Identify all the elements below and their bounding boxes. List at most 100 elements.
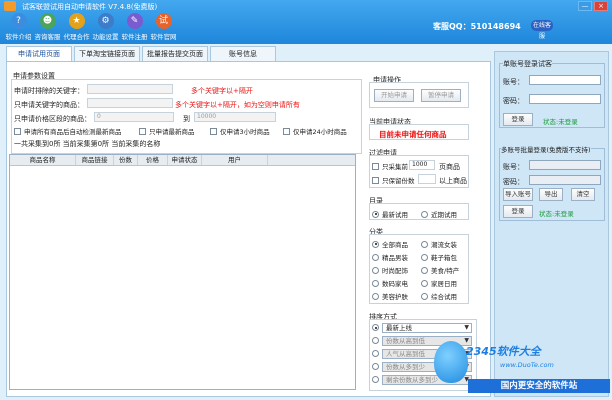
- minimize-button[interactable]: —: [578, 1, 592, 11]
- app-logo-icon: [4, 1, 16, 11]
- import-accounts-button[interactable]: 导入账号: [503, 188, 533, 201]
- category-radio[interactable]: 数码家电: [372, 278, 408, 288]
- radio-label: 时尚配饰: [382, 267, 408, 275]
- password-input[interactable]: [529, 94, 601, 104]
- toolbar-settings-button[interactable]: ⚙ 功能设置: [91, 13, 120, 41]
- radio-dot: [421, 240, 428, 248]
- category-radio[interactable]: 美容护肤: [372, 291, 408, 301]
- dropdown-value: 人气从高到低: [386, 350, 425, 358]
- newest-only-checkbox[interactable]: 只申请最新商品: [139, 126, 195, 136]
- login-status: 状态:未登录: [543, 118, 578, 126]
- column-header[interactable]: 价格: [138, 155, 168, 165]
- multi-account-label: 账号：: [503, 163, 524, 171]
- toolbar-website-button[interactable]: 试 软件官网: [149, 13, 178, 41]
- sort-radio[interactable]: [372, 363, 382, 370]
- pause-apply-button[interactable]: 暂停申请: [421, 89, 461, 102]
- twenty-four-hour-checkbox[interactable]: 仅申请24小时商品: [283, 126, 347, 136]
- remaining-count-input[interactable]: [418, 174, 436, 184]
- category-radio[interactable]: 时尚配饰: [372, 265, 408, 275]
- toolbar-label: 软件注册: [121, 33, 148, 41]
- catalog-newest-radio[interactable]: 最新试用: [372, 209, 408, 219]
- collect-unit-label: 页商品: [439, 163, 460, 171]
- toolbar-customer-service-button[interactable]: ☻ 咨询客服: [33, 13, 62, 41]
- only-remaining-checkbox[interactable]: 只保留份数: [372, 175, 415, 185]
- online-service-badge[interactable]: 在线客服: [531, 20, 553, 40]
- sort-newest-dropdown[interactable]: 最新上线 ▼: [382, 323, 472, 333]
- checkbox-box: [14, 127, 21, 135]
- checkbox-box: [372, 162, 379, 170]
- radio-label: 全部商品: [382, 241, 408, 249]
- include-keywords-input[interactable]: [87, 98, 173, 108]
- toolbar-register-button[interactable]: ✎ 软件注册: [120, 13, 149, 41]
- toolbar-label: 软件官网: [150, 33, 177, 41]
- exclude-keywords-input[interactable]: [87, 84, 173, 94]
- dropdown-value: 最新上线: [386, 324, 412, 332]
- sort-radio[interactable]: [372, 324, 382, 331]
- toolbar-label: 代理合作: [63, 33, 90, 41]
- collect-count-input[interactable]: 1000: [409, 160, 435, 170]
- column-header[interactable]: 商品链接: [76, 155, 114, 165]
- radio-dot: [372, 253, 379, 261]
- multi-login-button[interactable]: 登录: [503, 205, 533, 218]
- multi-account-input[interactable]: [529, 160, 601, 170]
- export-button[interactable]: 导出: [539, 188, 563, 201]
- tab-bar: 申请试用页面 下单淘宝链接页面 批量报告提交页面 账号信息: [6, 46, 278, 61]
- toolbar-agency-button[interactable]: ★ 代理合作: [62, 13, 91, 41]
- checkbox-label: 申请所有商品后自动检测最新商品: [24, 128, 122, 136]
- category-radio[interactable]: 全部商品: [372, 239, 408, 249]
- three-hour-checkbox[interactable]: 仅申请3小时商品: [210, 126, 270, 136]
- column-header[interactable]: 份数: [114, 155, 138, 165]
- column-header[interactable]: 用户: [202, 155, 268, 165]
- login-button[interactable]: 登录: [503, 113, 533, 126]
- radio-dot: [421, 253, 428, 261]
- window-controls: — ×: [578, 1, 608, 11]
- tab-apply-trial[interactable]: 申请试用页面: [6, 46, 72, 61]
- only-collect-checkbox[interactable]: 只采集前: [372, 161, 408, 171]
- account-input[interactable]: [529, 75, 601, 85]
- gear-icon: ⚙: [97, 13, 114, 29]
- category-radio[interactable]: 家居日用: [421, 278, 457, 288]
- sort-radio[interactable]: [372, 350, 382, 357]
- radio-label: 数码家电: [382, 280, 408, 288]
- radio-label: 鞋子箱包: [431, 254, 457, 262]
- category-radio[interactable]: 精品男装: [372, 252, 408, 262]
- start-apply-button[interactable]: 开始申请: [374, 89, 414, 102]
- price-from-input[interactable]: 0: [94, 112, 174, 122]
- toolbar-software-intro-button[interactable]: ? 软件介绍: [4, 13, 33, 41]
- close-button[interactable]: ×: [594, 1, 608, 11]
- radio-label: 近期试用: [431, 211, 457, 219]
- catalog-soon-radio[interactable]: 近期试用: [421, 209, 457, 219]
- column-header[interactable]: 申请状态: [168, 155, 202, 165]
- radio-label: 综合试用: [431, 293, 457, 301]
- auto-detect-checkbox[interactable]: 申请所有商品后自动检测最新商品: [14, 126, 122, 136]
- category-radio[interactable]: 潮流女装: [421, 239, 457, 249]
- price-to-input[interactable]: 10000: [194, 112, 276, 122]
- star-icon: ★: [68, 13, 85, 29]
- radio-dot: [372, 337, 379, 344]
- window-title: 试客联盟试用自动申请软件 V7.4.8(免费版): [22, 3, 158, 11]
- tab-taobao-order[interactable]: 下单淘宝链接页面: [74, 46, 140, 61]
- include-keywords-hint: 多个关键字以+隔开，如为空则申请所有: [175, 101, 300, 109]
- sort-radio[interactable]: [372, 337, 382, 344]
- radio-dot: [372, 279, 379, 287]
- title-bar: 试客联盟试用自动申请软件 V7.4.8(免费版) — × ? 软件介绍 ☻ 咨询…: [0, 0, 612, 44]
- password-label: 密码：: [503, 97, 524, 105]
- category-radio[interactable]: 鞋子箱包: [421, 252, 457, 262]
- tab-account-info[interactable]: 账号信息: [210, 46, 276, 61]
- products-table[interactable]: 商品名称 商品链接 份数 价格 申请状态 用户: [9, 154, 356, 390]
- multi-password-input[interactable]: [529, 175, 601, 185]
- mascot-logo-icon: [434, 341, 468, 383]
- key-icon: ✎: [126, 13, 143, 29]
- radio-label: 家居日用: [431, 280, 457, 288]
- include-keywords-label: 只申请关键字的商品：: [14, 101, 84, 109]
- sort-radio[interactable]: [372, 376, 382, 383]
- price-to-label: 到: [183, 115, 190, 123]
- clear-button[interactable]: 清空: [571, 188, 595, 201]
- radio-dot: [372, 324, 379, 331]
- main-panel: 申请参数设置 申请时排除的关键字： 多个关键字以+隔开 只申请关键字的商品： 多…: [6, 61, 491, 397]
- category-radio[interactable]: 美食/特产: [421, 265, 459, 275]
- column-header[interactable]: 商品名称: [10, 155, 76, 165]
- category-radio[interactable]: 综合试用: [421, 291, 457, 301]
- tab-batch-report[interactable]: 批量报告提交页面: [142, 46, 208, 61]
- watermark: 2345软件大全 www.DuoTe.com 国内更安全的软件站: [430, 335, 612, 400]
